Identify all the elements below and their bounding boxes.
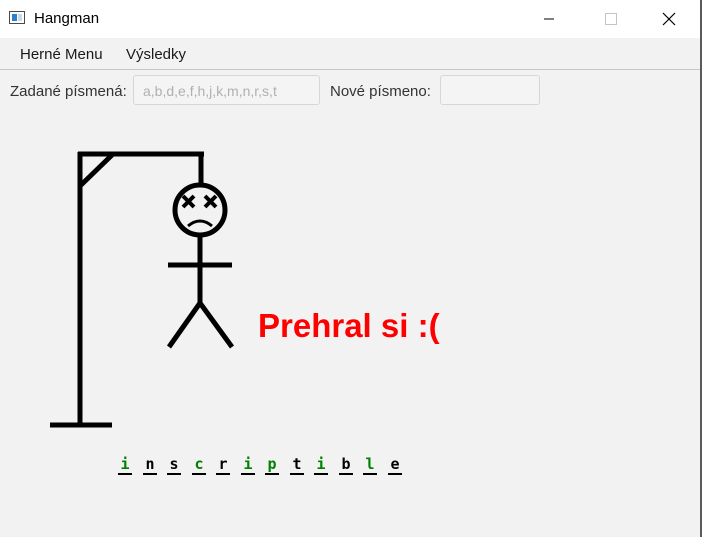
- word-letter: i: [241, 455, 255, 475]
- hangman-window: Hangman Herné Menu Výsledky Zadané písme…: [0, 0, 702, 537]
- word-letter: l: [363, 455, 377, 475]
- word-letter: b: [339, 455, 353, 475]
- stickman-head: [172, 182, 228, 238]
- gallows-brace: [78, 153, 114, 188]
- word-letter: i: [118, 455, 132, 475]
- word-letter: n: [143, 455, 157, 475]
- dead-face-icon: [181, 194, 218, 228]
- word-letter: t: [290, 455, 304, 475]
- word-letter: e: [388, 455, 402, 475]
- stickman-left-leg: [166, 301, 203, 349]
- stickman-right-leg: [197, 301, 235, 349]
- word-letter: p: [265, 455, 279, 475]
- word-letter: i: [314, 455, 328, 475]
- word-letter: c: [192, 455, 206, 475]
- word-letter: r: [216, 455, 230, 475]
- word-letter: s: [167, 455, 181, 475]
- game-over-message: Prehral si :(: [258, 307, 440, 344]
